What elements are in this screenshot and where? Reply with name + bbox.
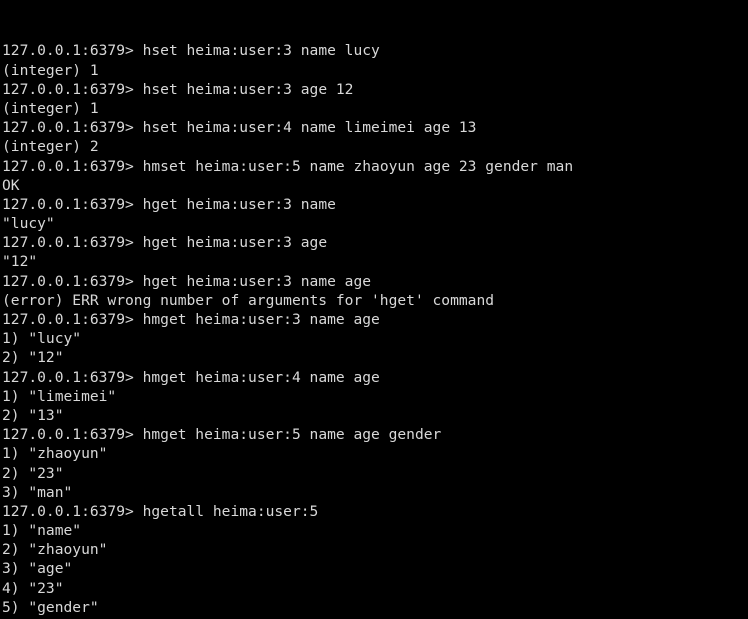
terminal-screen[interactable]: 127.0.0.1:6379> hset heima:user:3 name l… (0, 0, 748, 619)
terminal-command-line: 127.0.0.1:6379> hset heima:user:3 name l… (2, 41, 748, 60)
terminal-output-line: 2) "12" (2, 349, 64, 367)
terminal-prompt: 127.0.0.1:6379> (2, 368, 143, 386)
terminal-prompt: 127.0.0.1:6379> (2, 119, 143, 137)
terminal-command-line: 127.0.0.1:6379> hmset heima:user:5 name … (2, 157, 748, 176)
terminal-output-line: 3) "man" (2, 483, 73, 501)
terminal-output-line: 4) "23" (2, 579, 64, 597)
terminal-prompt: 127.0.0.1:6379> (2, 426, 143, 444)
terminal-command-line: 127.0.0.1:6379> hget heima:user:3 name a… (2, 272, 748, 291)
terminal-command-line: 127.0.0.1:6379> hset heima:user:3 age 12 (2, 80, 748, 99)
terminal-output-line: 2) "23" (2, 464, 64, 482)
terminal-output-line: "lucy" (2, 215, 55, 233)
terminal-prompt: 127.0.0.1:6379> (2, 42, 143, 60)
terminal-output-line: (integer) 1 (2, 61, 99, 79)
terminal-output-line: 2) "13" (2, 406, 64, 424)
terminal-output-line: 1) "lucy" (2, 330, 82, 348)
terminal-prompt: 127.0.0.1:6379> (2, 80, 143, 98)
terminal-prompt: 127.0.0.1:6379> (2, 311, 143, 329)
terminal-prompt: 127.0.0.1:6379> (2, 157, 143, 175)
terminal-output-line: 1) "name" (2, 522, 82, 540)
terminal-command-text: hget heima:user:3 age (142, 234, 328, 252)
terminal-command-text: hmget heima:user:5 name age gender (142, 426, 442, 444)
terminal-output-line: (error) ERR wrong number of arguments fo… (2, 291, 495, 309)
terminal-command-line: 127.0.0.1:6379> hget heima:user:3 name (2, 195, 748, 214)
terminal-output-line: (integer) 1 (2, 99, 99, 117)
terminal-scrollback: 127.0.0.1:6379> hset heima:user:3 name l… (2, 41, 748, 619)
terminal-command-line: 127.0.0.1:6379> hmget heima:user:5 name … (2, 425, 748, 444)
terminal-output-line: (integer) 2 (2, 138, 99, 156)
terminal-output-line: 5) "gender" (2, 598, 99, 616)
terminal-command-line: 127.0.0.1:6379> hmget heima:user:3 name … (2, 310, 748, 329)
terminal-command-text: hmget heima:user:4 name age (142, 368, 380, 386)
terminal-output-line: "12" (2, 253, 38, 271)
terminal-command-text: hset heima:user:3 name lucy (142, 42, 380, 60)
terminal-output-line: 3) "age" (2, 560, 73, 578)
terminal-prompt: 127.0.0.1:6379> (2, 272, 143, 290)
terminal-prompt: 127.0.0.1:6379> (2, 502, 143, 520)
terminal-command-text: hset heima:user:4 name limeimei age 13 (142, 119, 477, 137)
terminal-output-line: 1) "zhaoyun" (2, 445, 108, 463)
terminal-command-text: hset heima:user:3 age 12 (142, 80, 354, 98)
terminal-command-text: hmset heima:user:5 name zhaoyun age 23 g… (142, 157, 574, 175)
terminal-command-text: hmget heima:user:3 name age (142, 311, 380, 329)
terminal-command-line: 127.0.0.1:6379> hget heima:user:3 age (2, 233, 748, 252)
terminal-command-line: 127.0.0.1:6379> hgetall heima:user:5 (2, 502, 748, 521)
terminal-prompt: 127.0.0.1:6379> (2, 234, 143, 252)
terminal-command-text: hgetall heima:user:5 (142, 502, 319, 520)
terminal-command-text: hget heima:user:3 name (142, 195, 336, 213)
terminal-output-line: 2) "zhaoyun" (2, 541, 108, 559)
terminal-command-line: 127.0.0.1:6379> hset heima:user:4 name l… (2, 118, 748, 137)
terminal-output-line: 1) "limeimei" (2, 387, 117, 405)
terminal-output-line: OK (2, 176, 20, 194)
terminal-prompt: 127.0.0.1:6379> (2, 195, 143, 213)
terminal-command-text: hget heima:user:3 name age (142, 272, 372, 290)
terminal-command-line: 127.0.0.1:6379> hmget heima:user:4 name … (2, 368, 748, 387)
